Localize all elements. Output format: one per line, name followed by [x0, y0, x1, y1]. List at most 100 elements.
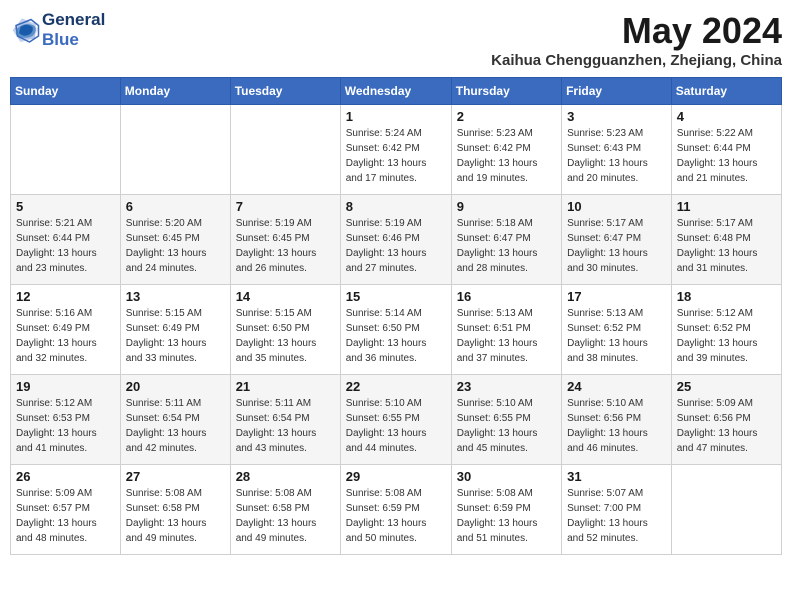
day-detail: Sunrise: 5:15 AM Sunset: 6:49 PM Dayligh…: [126, 306, 225, 366]
day-detail: Sunrise: 5:09 AM Sunset: 6:57 PM Dayligh…: [16, 486, 115, 546]
calendar-cell: 21 Sunrise: 5:11 AM Sunset: 6:54 PM Dayli…: [230, 375, 340, 465]
day-number: 27: [126, 469, 225, 484]
day-detail: Sunrise: 5:13 AM Sunset: 6:52 PM Dayligh…: [567, 306, 666, 366]
day-number: 19: [16, 379, 115, 394]
day-detail: Sunrise: 5:18 AM Sunset: 6:47 PM Dayligh…: [457, 216, 556, 276]
day-detail: Sunrise: 5:12 AM Sunset: 6:52 PM Dayligh…: [677, 306, 776, 366]
day-number: 15: [346, 289, 446, 304]
day-detail: Sunrise: 5:19 AM Sunset: 6:45 PM Dayligh…: [236, 216, 335, 276]
column-header-sunday: Sunday: [11, 78, 121, 105]
calendar-cell: [11, 105, 121, 195]
day-detail: Sunrise: 5:16 AM Sunset: 6:49 PM Dayligh…: [16, 306, 115, 366]
day-number: 21: [236, 379, 335, 394]
calendar-cell: 17Sunrise: 5:13 AM Sunset: 6:52 PM Dayli…: [562, 285, 672, 375]
calendar-header-row: SundayMondayTuesdayWednesdayThursdayFrid…: [11, 78, 782, 105]
day-detail: Sunrise: 5:23 AM Sunset: 6:42 PM Dayligh…: [457, 126, 556, 186]
day-number: 18: [677, 289, 776, 304]
day-number: 24: [567, 379, 666, 394]
day-number: 31: [567, 469, 666, 484]
day-detail: Sunrise: 5:08 AM Sunset: 6:58 PM Dayligh…: [126, 486, 225, 546]
day-detail: Sunrise: 5:08 AM Sunset: 6:59 PM Dayligh…: [346, 486, 446, 546]
day-detail: Sunrise: 5:10 AM Sunset: 6:55 PM Dayligh…: [457, 396, 556, 456]
calendar-cell: 4 Sunrise: 5:22 AM Sunset: 6:44 PM Daylig…: [671, 105, 781, 195]
title-block: May 2024 Kaihua Chengguanzhen, Zhejiang,…: [491, 10, 782, 69]
column-header-friday: Friday: [562, 78, 672, 105]
day-detail: Sunrise: 5:22 AM Sunset: 6:44 PM Dayligh…: [677, 126, 776, 186]
day-number: 2: [457, 109, 556, 124]
calendar-cell: 8Sunrise: 5:19 AM Sunset: 6:46 PM Daylig…: [340, 195, 451, 285]
day-number: 7: [236, 199, 335, 214]
day-number: 12: [16, 289, 115, 304]
calendar-cell: 28 Sunrise: 5:08 AM Sunset: 6:58 PM Dayli…: [230, 465, 340, 555]
day-detail: Sunrise: 5:10 AM Sunset: 6:56 PM Dayligh…: [567, 396, 666, 456]
logo: General Blue: [10, 10, 105, 51]
column-header-wednesday: Wednesday: [340, 78, 451, 105]
calendar-cell: 26 Sunrise: 5:09 AM Sunset: 6:57 PM Dayli…: [11, 465, 121, 555]
day-number: 11: [677, 199, 776, 214]
day-detail: Sunrise: 5:21 AM Sunset: 6:44 PM Dayligh…: [16, 216, 115, 276]
calendar-cell: 30Sunrise: 5:08 AM Sunset: 6:59 PM Dayli…: [451, 465, 561, 555]
day-detail: Sunrise: 5:17 AM Sunset: 6:47 PM Dayligh…: [567, 216, 666, 276]
calendar-cell: [120, 105, 230, 195]
calendar-cell: 7 Sunrise: 5:19 AM Sunset: 6:45 PM Daylig…: [230, 195, 340, 285]
calendar-cell: 12 Sunrise: 5:16 AM Sunset: 6:49 PM Dayli…: [11, 285, 121, 375]
calendar-table: SundayMondayTuesdayWednesdayThursdayFrid…: [10, 77, 782, 555]
day-detail: Sunrise: 5:15 AM Sunset: 6:50 PM Dayligh…: [236, 306, 335, 366]
day-number: 13: [126, 289, 225, 304]
day-number: 25: [677, 379, 776, 394]
day-number: 22: [346, 379, 446, 394]
week-row-5: 26 Sunrise: 5:09 AM Sunset: 6:57 PM Dayli…: [11, 465, 782, 555]
day-number: 10: [567, 199, 666, 214]
day-number: 26: [16, 469, 115, 484]
day-detail: Sunrise: 5:11 AM Sunset: 6:54 PM Dayligh…: [126, 396, 225, 456]
day-detail: Sunrise: 5:19 AM Sunset: 6:46 PM Dayligh…: [346, 216, 446, 276]
calendar-cell: 3Sunrise: 5:23 AM Sunset: 6:43 PM Daylig…: [562, 105, 672, 195]
page-header: General Blue May 2024 Kaihua Chengguanzh…: [10, 10, 782, 69]
calendar-cell: 1Sunrise: 5:24 AM Sunset: 6:42 PM Daylig…: [340, 105, 451, 195]
day-detail: Sunrise: 5:11 AM Sunset: 6:54 PM Dayligh…: [236, 396, 335, 456]
calendar-cell: 14 Sunrise: 5:15 AM Sunset: 6:50 PM Dayli…: [230, 285, 340, 375]
day-detail: Sunrise: 5:08 AM Sunset: 6:58 PM Dayligh…: [236, 486, 335, 546]
calendar-cell: [671, 465, 781, 555]
logo-text: General Blue: [42, 10, 105, 51]
day-number: 29: [346, 469, 446, 484]
day-detail: Sunrise: 5:13 AM Sunset: 6:51 PM Dayligh…: [457, 306, 556, 366]
day-detail: Sunrise: 5:20 AM Sunset: 6:45 PM Dayligh…: [126, 216, 225, 276]
calendar-cell: 15 Sunrise: 5:14 AM Sunset: 6:50 PM Dayli…: [340, 285, 451, 375]
calendar-cell: 18 Sunrise: 5:12 AM Sunset: 6:52 PM Dayli…: [671, 285, 781, 375]
calendar-cell: 11 Sunrise: 5:17 AM Sunset: 6:48 PM Dayli…: [671, 195, 781, 285]
day-number: 3: [567, 109, 666, 124]
calendar-cell: 9 Sunrise: 5:18 AM Sunset: 6:47 PM Daylig…: [451, 195, 561, 285]
column-header-tuesday: Tuesday: [230, 78, 340, 105]
day-detail: Sunrise: 5:08 AM Sunset: 6:59 PM Dayligh…: [457, 486, 556, 546]
calendar-cell: 29 Sunrise: 5:08 AM Sunset: 6:59 PM Dayli…: [340, 465, 451, 555]
column-header-thursday: Thursday: [451, 78, 561, 105]
calendar-cell: 2 Sunrise: 5:23 AM Sunset: 6:42 PM Daylig…: [451, 105, 561, 195]
day-detail: Sunrise: 5:17 AM Sunset: 6:48 PM Dayligh…: [677, 216, 776, 276]
day-number: 6: [126, 199, 225, 214]
week-row-1: 1Sunrise: 5:24 AM Sunset: 6:42 PM Daylig…: [11, 105, 782, 195]
day-detail: Sunrise: 5:24 AM Sunset: 6:42 PM Dayligh…: [346, 126, 446, 186]
day-number: 20: [126, 379, 225, 394]
column-header-saturday: Saturday: [671, 78, 781, 105]
day-number: 16: [457, 289, 556, 304]
calendar-cell: 16 Sunrise: 5:13 AM Sunset: 6:51 PM Dayli…: [451, 285, 561, 375]
day-number: 5: [16, 199, 115, 214]
day-number: 23: [457, 379, 556, 394]
day-number: 4: [677, 109, 776, 124]
calendar-cell: 27 Sunrise: 5:08 AM Sunset: 6:58 PM Dayli…: [120, 465, 230, 555]
calendar-cell: 22 Sunrise: 5:10 AM Sunset: 6:55 PM Dayli…: [340, 375, 451, 465]
week-row-2: 5 Sunrise: 5:21 AM Sunset: 6:44 PM Daylig…: [11, 195, 782, 285]
day-number: 28: [236, 469, 335, 484]
day-detail: Sunrise: 5:14 AM Sunset: 6:50 PM Dayligh…: [346, 306, 446, 366]
day-detail: Sunrise: 5:07 AM Sunset: 7:00 PM Dayligh…: [567, 486, 666, 546]
column-header-monday: Monday: [120, 78, 230, 105]
day-detail: Sunrise: 5:10 AM Sunset: 6:55 PM Dayligh…: [346, 396, 446, 456]
month-title: May 2024: [491, 10, 782, 52]
day-number: 14: [236, 289, 335, 304]
calendar-cell: 23 Sunrise: 5:10 AM Sunset: 6:55 PM Dayli…: [451, 375, 561, 465]
calendar-cell: 31 Sunrise: 5:07 AM Sunset: 7:00 PM Dayli…: [562, 465, 672, 555]
calendar-cell: [230, 105, 340, 195]
calendar-cell: 24 Sunrise: 5:10 AM Sunset: 6:56 PM Dayli…: [562, 375, 672, 465]
day-number: 9: [457, 199, 556, 214]
